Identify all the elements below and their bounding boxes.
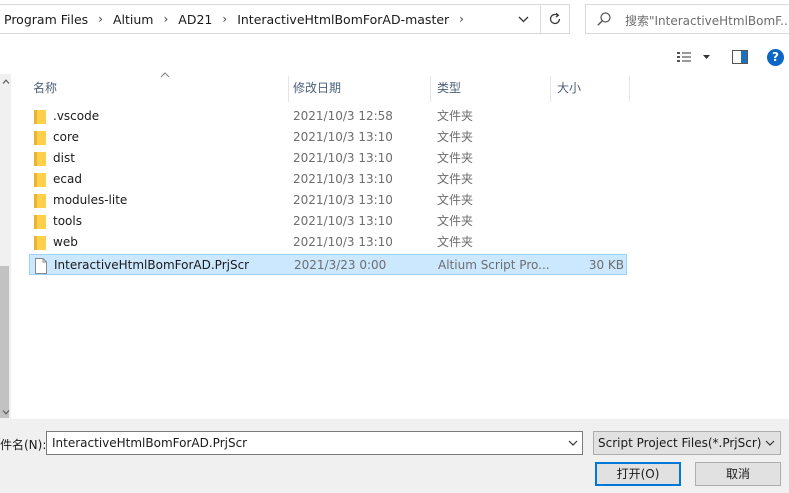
file-name: tools xyxy=(53,214,82,228)
file-size xyxy=(549,127,623,148)
file-type: 文件夹 xyxy=(437,214,474,228)
folder-row[interactable]: modules-lite 2021/10/3 13:10 文件夹 xyxy=(29,190,627,211)
chevron-down-icon[interactable] xyxy=(568,438,578,448)
file-type: 文件夹 xyxy=(437,130,474,144)
scroll-down-button[interactable] xyxy=(0,407,11,417)
file-type: 文件夹 xyxy=(437,193,474,207)
chevron-up-icon xyxy=(2,78,9,84)
file-type: 文件夹 xyxy=(437,109,474,123)
file-size xyxy=(549,106,623,127)
chevron-down-icon xyxy=(518,16,528,22)
file-size xyxy=(549,211,623,232)
breadcrumb-separator[interactable]: › xyxy=(459,12,464,26)
folder-icon xyxy=(33,109,47,124)
column-header-type[interactable]: 类型 xyxy=(429,74,551,102)
folder-icon xyxy=(33,172,47,187)
search-input[interactable]: 搜索"InteractiveHtmlBomF... xyxy=(625,12,787,29)
vertical-scrollbar[interactable] xyxy=(0,74,11,419)
breadcrumb-separator[interactable]: › xyxy=(222,12,227,26)
file-date: 2021/10/3 13:10 xyxy=(293,235,393,249)
file-type: 文件夹 xyxy=(437,151,474,165)
bottom-panel: 件名(N): InteractiveHtmlBomForAD.PrjScr Sc… xyxy=(0,419,789,493)
folder-icon xyxy=(33,235,47,250)
file-name: modules-lite xyxy=(53,193,128,207)
file-date: 2021/3/23 0:00 xyxy=(294,258,387,272)
column-header-name-label: 名称 xyxy=(33,81,58,95)
folder-icon xyxy=(33,214,47,229)
view-options-button[interactable] xyxy=(676,49,716,65)
breadcrumb: Program Files › Altium › AD21 › Interact… xyxy=(4,5,474,33)
cancel-button[interactable]: 取消 xyxy=(695,462,781,486)
breadcrumb-program-files[interactable]: Program Files xyxy=(4,12,88,27)
filename-label: 件名(N): xyxy=(0,438,47,452)
chevron-down-icon xyxy=(765,440,775,446)
breadcrumb-separator[interactable]: › xyxy=(98,12,103,26)
filetype-value: Script Project Files(*.PrjScr) xyxy=(598,436,762,450)
column-header-name[interactable]: 名称 xyxy=(25,74,288,102)
breadcrumb-separator[interactable]: › xyxy=(163,12,168,26)
breadcrumb-current-folder[interactable]: InteractiveHtmlBomForAD-master xyxy=(237,12,449,27)
folder-row[interactable]: web 2021/10/3 13:10 文件夹 xyxy=(29,232,627,253)
column-divider[interactable] xyxy=(629,76,630,102)
column-header-date-label: 修改日期 xyxy=(293,81,342,95)
scroll-up-button[interactable] xyxy=(0,76,11,86)
file-name: .vscode xyxy=(53,109,100,123)
file-type: 文件夹 xyxy=(437,235,474,249)
folder-icon xyxy=(33,130,47,145)
refresh-icon xyxy=(549,12,561,25)
file-name: dist xyxy=(53,151,75,165)
file-size xyxy=(549,190,623,211)
help-icon[interactable]: ? xyxy=(767,49,784,66)
column-header-size-label: 大小 xyxy=(557,81,582,95)
preview-pane-icon xyxy=(732,50,748,64)
filename-value[interactable]: InteractiveHtmlBomForAD.PrjScr xyxy=(52,432,247,454)
file-row[interactable]: InteractiveHtmlBomForAD.PrjScr 2021/3/23 … xyxy=(29,254,627,275)
view-options-icon xyxy=(677,52,710,62)
file-date: 2021/10/3 12:58 xyxy=(293,109,393,123)
file-date: 2021/10/3 13:10 xyxy=(293,193,393,207)
file-name: InteractiveHtmlBomForAD.PrjScr xyxy=(54,258,250,272)
folder-icon xyxy=(33,193,47,208)
file-name: ecad xyxy=(53,172,82,186)
folder-icon xyxy=(33,151,47,166)
breadcrumb-altium[interactable]: Altium xyxy=(113,12,154,27)
folder-row[interactable]: .vscode 2021/10/3 12:58 文件夹 xyxy=(29,106,627,127)
file-size xyxy=(549,169,623,190)
folder-row[interactable]: core 2021/10/3 13:10 文件夹 xyxy=(29,127,627,148)
column-header-date[interactable]: 修改日期 xyxy=(285,74,430,102)
filetype-select[interactable]: Script Project Files(*.PrjScr) xyxy=(593,431,781,455)
file-type: 文件夹 xyxy=(437,172,474,186)
folder-row[interactable]: ecad 2021/10/3 13:10 文件夹 xyxy=(29,169,627,190)
filename-input[interactable]: InteractiveHtmlBomForAD.PrjScr xyxy=(46,431,583,455)
column-header-type-label: 类型 xyxy=(437,81,462,95)
file-icon xyxy=(34,258,48,274)
file-size xyxy=(549,148,623,169)
file-date: 2021/10/3 13:10 xyxy=(293,130,393,144)
refresh-button[interactable] xyxy=(540,4,570,34)
file-date: 2021/10/3 13:10 xyxy=(293,172,393,186)
search-box[interactable]: 搜索"InteractiveHtmlBomF... xyxy=(585,4,789,34)
file-name: core xyxy=(53,130,79,144)
open-button[interactable]: 打开(O) xyxy=(595,462,681,486)
preview-pane-button[interactable] xyxy=(732,50,748,64)
search-icon xyxy=(596,11,612,27)
column-header-row: 名称 修改日期 类型 大小 xyxy=(11,72,789,102)
file-date: 2021/10/3 13:10 xyxy=(293,214,393,228)
file-size xyxy=(549,232,623,253)
sort-ascending-icon xyxy=(160,72,170,78)
folder-row[interactable]: tools 2021/10/3 13:10 文件夹 xyxy=(29,211,627,232)
address-dropdown-button[interactable] xyxy=(512,5,534,33)
file-date: 2021/10/3 13:10 xyxy=(293,151,393,165)
column-header-size[interactable]: 大小 xyxy=(549,74,629,102)
file-size: 30 KB xyxy=(588,258,624,272)
folder-row[interactable]: dist 2021/10/3 13:10 文件夹 xyxy=(29,148,627,169)
file-name: web xyxy=(53,235,78,249)
breadcrumb-ad21[interactable]: AD21 xyxy=(178,12,212,27)
file-type: Altium Script Pro... xyxy=(438,258,550,272)
address-bar[interactable]: Program Files › Altium › AD21 › Interact… xyxy=(0,4,541,34)
scrollbar-thumb[interactable] xyxy=(0,266,9,418)
chevron-down-icon xyxy=(2,409,9,415)
